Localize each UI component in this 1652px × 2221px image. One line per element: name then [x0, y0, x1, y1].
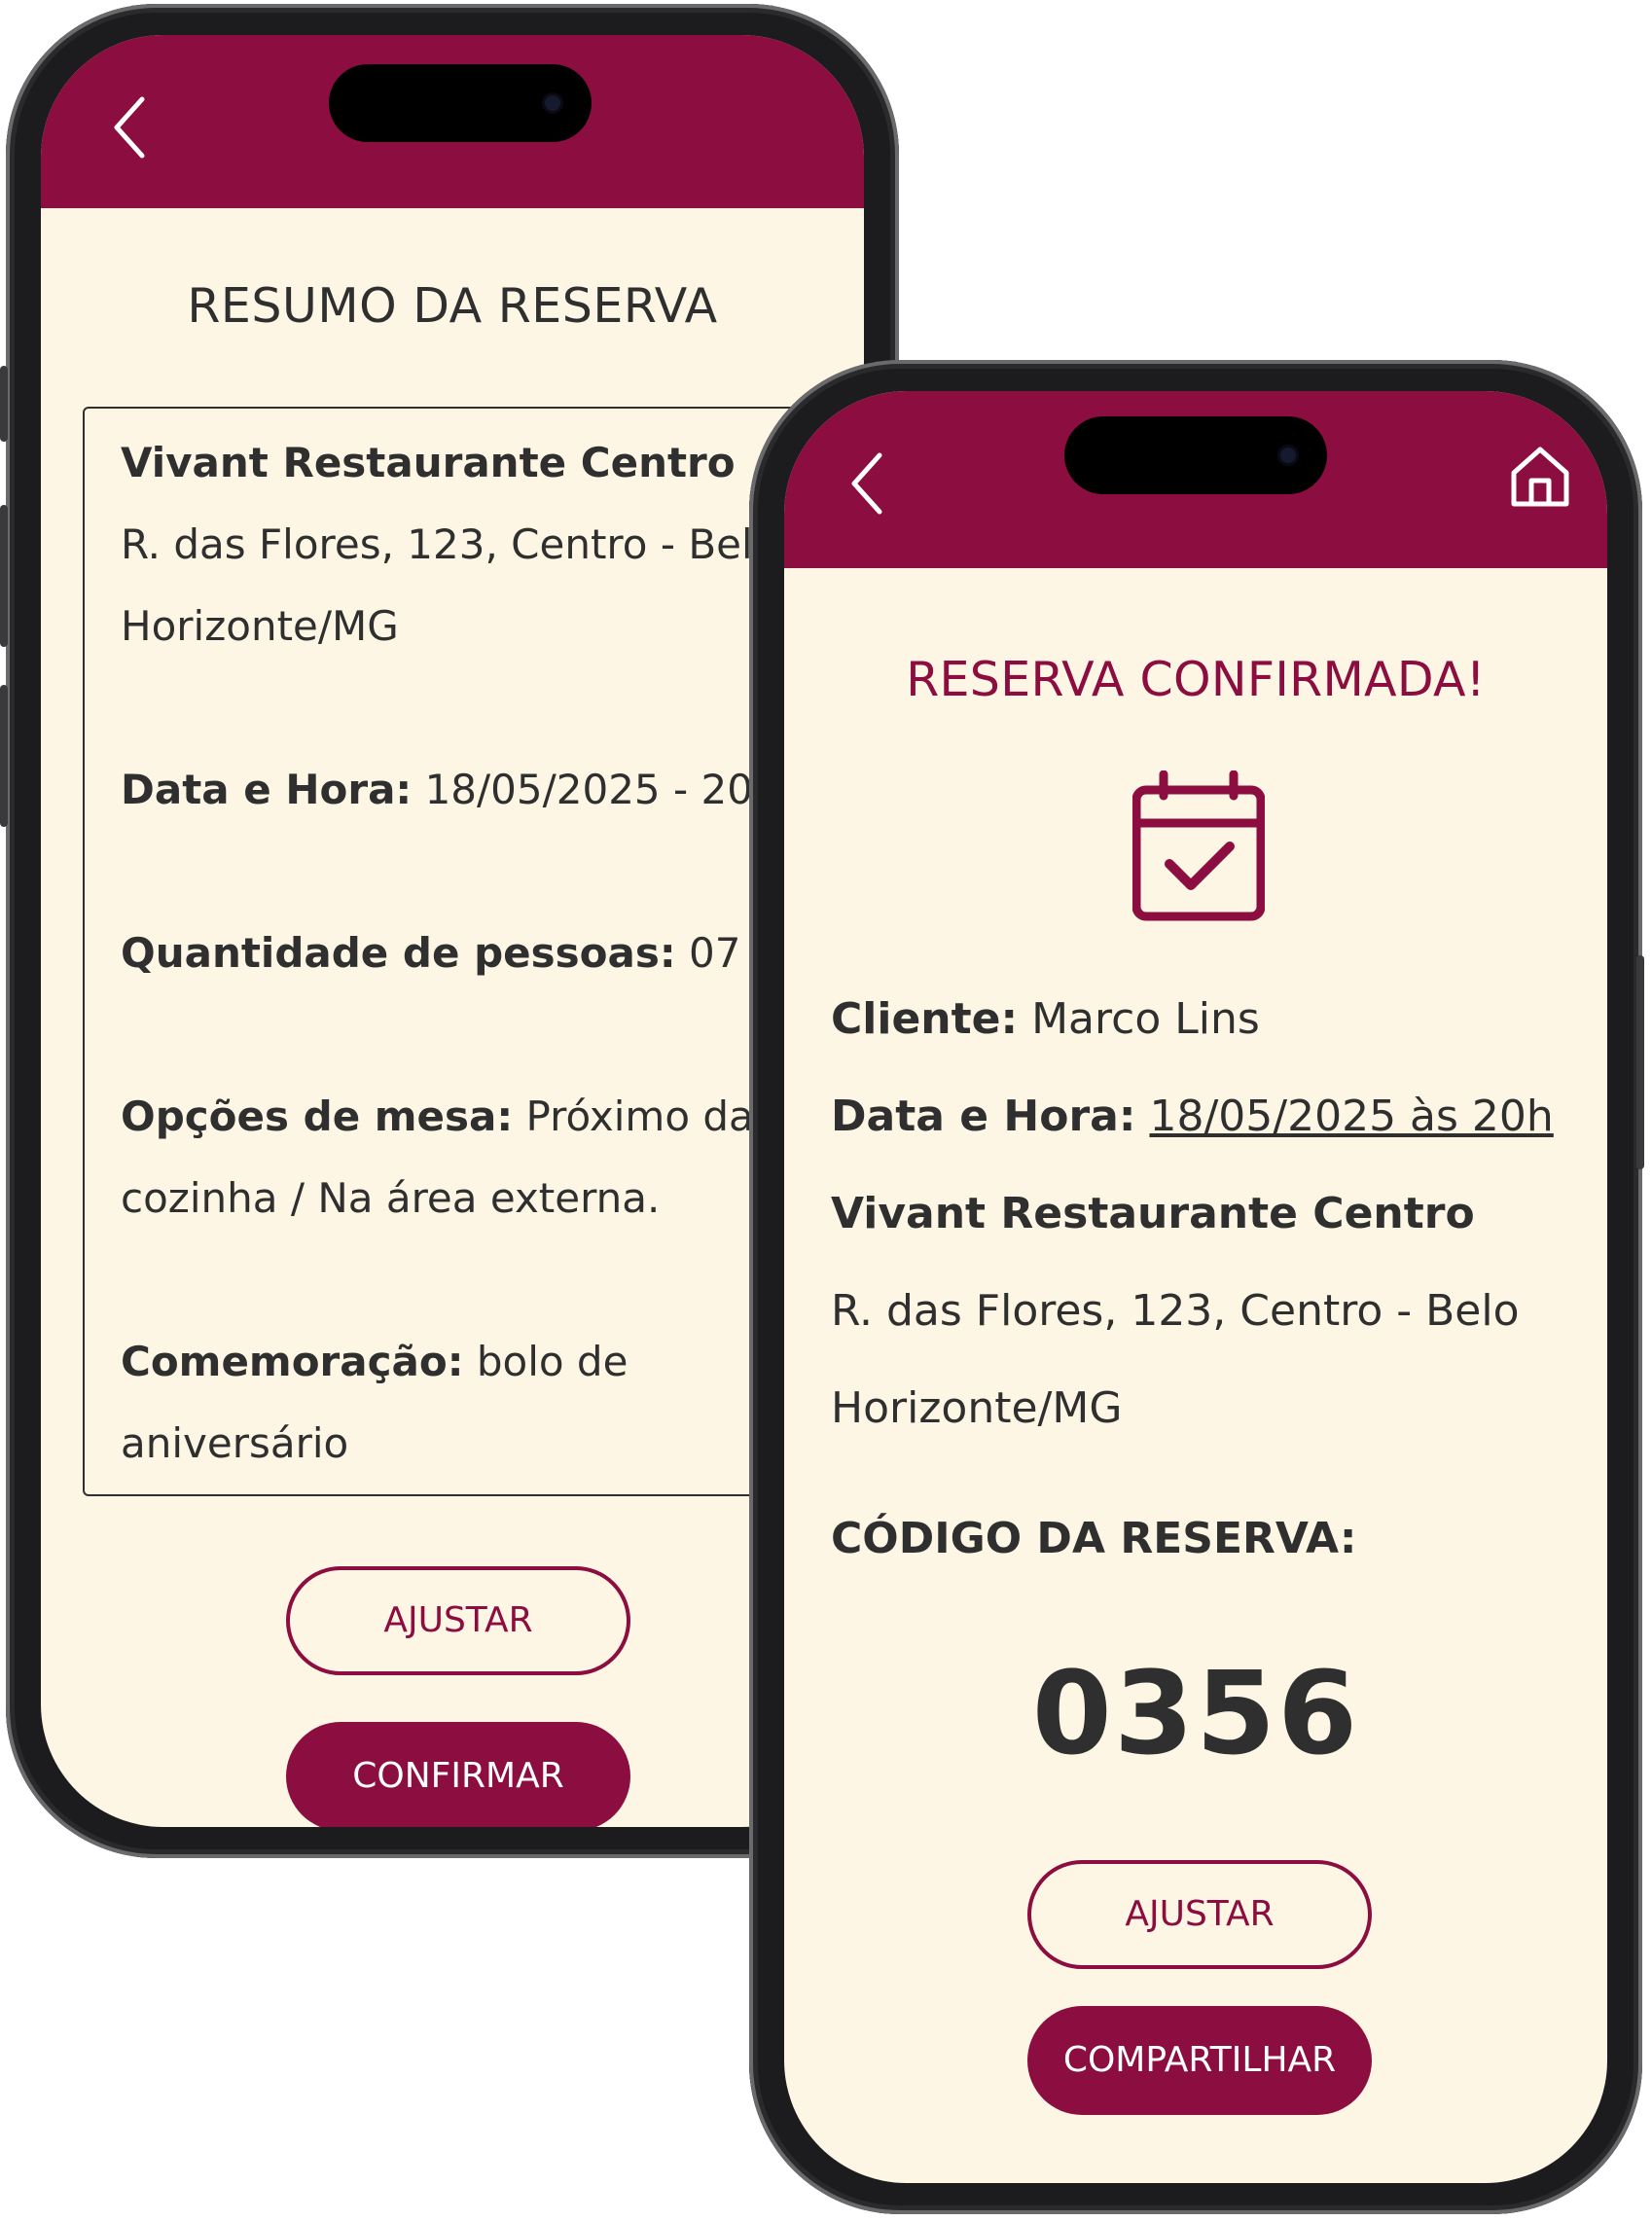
table-options-label: Opções de mesa:	[121, 1093, 514, 1140]
address-line-1: R. das Flores, 123, Centro - Belo	[121, 520, 778, 568]
front-camera	[545, 95, 560, 111]
volume-down-button	[0, 685, 8, 827]
restaurant-name-text: Vivant Restaurante Centro	[121, 439, 736, 486]
datetime-label: Data e Hora:	[831, 1092, 1136, 1141]
share-button[interactable]: COMPARTILHAR	[1027, 2006, 1372, 2115]
adjust-button[interactable]: AJUSTAR	[1027, 1860, 1372, 1969]
celebration-row: Comemoração: bolo de	[121, 1321, 628, 1403]
datetime-label: Data e Hora:	[121, 766, 413, 813]
summary-screen: RESUMO DA RESERVA Vivant Restaurante Cen…	[41, 35, 864, 1827]
chevron-left-icon[interactable]	[848, 449, 887, 518]
front-camera	[1280, 448, 1296, 463]
address-line-2: Horizonte/MG	[831, 1383, 1123, 1433]
chevron-left-icon[interactable]	[111, 93, 150, 161]
restaurant-name-text: Vivant Restaurante Centro	[831, 1189, 1475, 1238]
table-options-value-2: cozinha / Na área externa.	[121, 1174, 661, 1222]
dynamic-island	[329, 64, 592, 142]
people-label: Quantidade de pessoas:	[121, 929, 676, 977]
action-button	[0, 366, 8, 442]
home-icon[interactable]	[1508, 444, 1572, 510]
table-options-row: Opções de mesa: Próximo da	[121, 1076, 754, 1158]
phone-confirmation: RESERVA CONFIRMADA! Cliente: Marco Lins …	[749, 360, 1644, 2214]
reservation-code-label: CÓDIGO DA RESERVA:	[831, 1514, 1357, 1563]
datetime-value: 18/05/2025 - 20h	[424, 766, 779, 813]
confirm-button[interactable]: CONFIRMAR	[286, 1722, 630, 1827]
restaurant-name: Vivant Restaurante Centro	[831, 1189, 1475, 1238]
celebration-label: Comemoração:	[121, 1338, 464, 1385]
table-options-value: Próximo da	[525, 1093, 754, 1140]
dynamic-island	[1064, 416, 1327, 494]
restaurant-name: Vivant Restaurante Centro	[121, 422, 736, 504]
client-label: Cliente:	[831, 994, 1019, 1044]
address-line-2: Horizonte/MG	[121, 602, 399, 650]
confirmation-title: RESERVA CONFIRMADA!	[906, 652, 1486, 707]
celebration-value-2: aniversário	[121, 1419, 349, 1467]
datetime-link[interactable]: 18/05/2025 às 20h	[1149, 1092, 1553, 1141]
celebration-value: bolo de	[476, 1338, 628, 1385]
address-line-1: R. das Flores, 123, Centro - Belo	[831, 1286, 1520, 1336]
client-row: Cliente: Marco Lins	[831, 994, 1260, 1044]
adjust-button[interactable]: AJUSTAR	[286, 1566, 630, 1675]
datetime-row: Data e Hora: 18/05/2025 - 20h	[121, 749, 779, 831]
calendar-check-icon	[1132, 770, 1265, 921]
people-value: 07	[688, 929, 741, 977]
reservation-code: 0356	[1031, 1646, 1360, 1780]
volume-up-button	[0, 505, 8, 647]
people-row: Quantidade de pessoas: 07	[121, 913, 740, 994]
datetime-row: Data e Hora: 18/05/2025 às 20h	[831, 1092, 1554, 1141]
page-title: RESUMO DA RESERVA	[187, 278, 718, 334]
confirmation-screen: RESERVA CONFIRMADA! Cliente: Marco Lins …	[784, 391, 1607, 2183]
client-value: Marco Lins	[1031, 994, 1260, 1044]
power-button	[1636, 955, 1644, 1169]
